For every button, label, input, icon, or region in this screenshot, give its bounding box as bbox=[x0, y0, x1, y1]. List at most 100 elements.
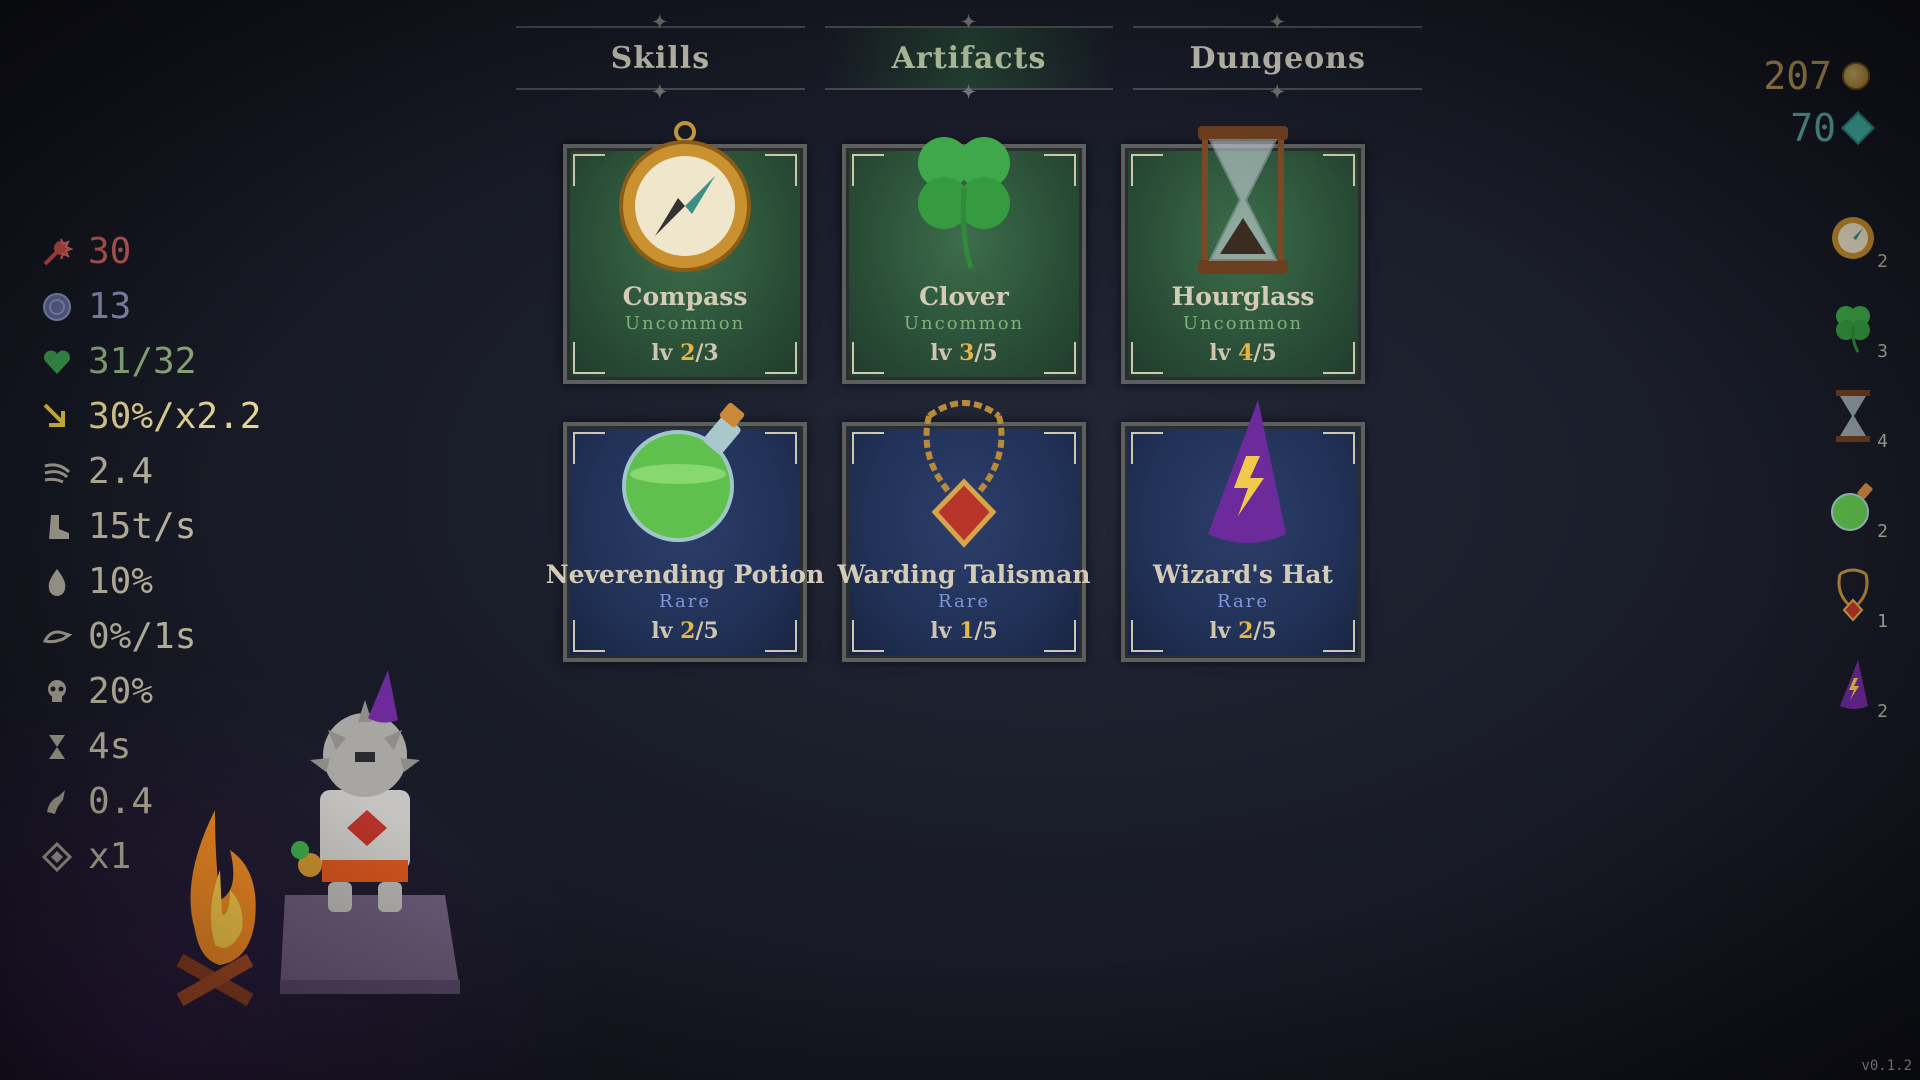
stat-value: 2.4 bbox=[88, 451, 154, 492]
stat-health: 31/32 bbox=[40, 334, 300, 389]
gem-amount: 70 bbox=[1790, 106, 1836, 150]
hourglass-icon bbox=[1836, 390, 1870, 442]
speed-icon bbox=[40, 455, 74, 489]
gold-counter: 207 bbox=[1763, 54, 1870, 98]
tab-label: Dungeons bbox=[1189, 40, 1366, 76]
inventory-item-clover[interactable]: 3 bbox=[1828, 298, 1888, 362]
artifact-rarity: Rare bbox=[938, 591, 990, 612]
item-count: 3 bbox=[1877, 341, 1888, 362]
item-count: 4 bbox=[1877, 431, 1888, 452]
stat-value: 0%/1s bbox=[88, 616, 197, 657]
ornament-icon: ✦ bbox=[1269, 12, 1286, 33]
stat-value: 20% bbox=[88, 671, 154, 712]
artifact-name: Neverending Potion bbox=[545, 560, 825, 589]
stat-drop-chance: 10% bbox=[40, 554, 300, 609]
stat-value: x1 bbox=[88, 836, 132, 877]
inventory-item-wizard-hat[interactable]: 2 bbox=[1828, 658, 1888, 722]
stat-armor: 13 bbox=[40, 279, 300, 334]
artifact-card-neverending-potion[interactable]: Neverending Potion Rare lv 2/5 bbox=[546, 402, 824, 662]
coin-icon bbox=[1842, 62, 1870, 90]
stat-value: 13 bbox=[88, 286, 132, 327]
artifact-card-compass[interactable]: Compass Uncommon lv 2/3 bbox=[563, 121, 807, 384]
stat-value: 30%/x2.2 bbox=[88, 396, 262, 437]
knight-character-icon bbox=[176, 670, 460, 1007]
ornament-icon: ✦ bbox=[960, 12, 978, 33]
character-scene bbox=[160, 660, 480, 1040]
artifact-card-warding-talisman[interactable]: Warding Talisman Rare lv 1/5 bbox=[838, 400, 1090, 662]
hourglass-icon bbox=[1198, 126, 1288, 274]
stat-move-speed: 15t/s bbox=[40, 499, 300, 554]
regen-icon bbox=[40, 620, 74, 654]
artifact-level: lv 2/3 bbox=[651, 340, 719, 366]
crit-icon bbox=[40, 400, 74, 434]
item-count: 2 bbox=[1877, 701, 1888, 722]
gem-counter: 70 bbox=[1790, 106, 1875, 150]
artifact-rarity: Uncommon bbox=[624, 313, 746, 334]
artifact-name: Warding Talisman bbox=[837, 560, 1091, 589]
ornament-icon: ✦ bbox=[960, 82, 978, 103]
artifact-level: lv 1/5 bbox=[930, 618, 998, 644]
artifact-card-wizards-hat[interactable]: Wizard's Hat Rare lv 2/5 bbox=[1121, 400, 1365, 662]
tab-skills[interactable]: ✦ Skills ✦ bbox=[516, 14, 805, 102]
inventory-item-talisman[interactable]: 1 bbox=[1828, 568, 1888, 632]
skull-icon bbox=[40, 675, 74, 709]
compass-icon bbox=[619, 121, 751, 272]
artifact-name: Wizard's Hat bbox=[1153, 560, 1333, 589]
hourglass-icon bbox=[40, 730, 74, 764]
tab-label: Artifacts bbox=[891, 40, 1047, 76]
drop-icon bbox=[40, 565, 74, 599]
stat-value: 15t/s bbox=[88, 506, 197, 547]
artifact-name: Clover bbox=[919, 282, 1009, 311]
artifact-rarity: Rare bbox=[659, 591, 711, 612]
inventory-item-hourglass[interactable]: 4 bbox=[1828, 388, 1888, 452]
artifact-level: lv 4/5 bbox=[1209, 340, 1277, 366]
stat-regen: 0%/1s bbox=[40, 609, 300, 664]
item-count: 2 bbox=[1877, 251, 1888, 272]
equipped-artifacts: 2 3 4 2 1 2 bbox=[1828, 208, 1888, 748]
artifact-rarity: Uncommon bbox=[903, 313, 1025, 334]
tab-dungeons[interactable]: ✦ Dungeons ✦ bbox=[1133, 14, 1423, 102]
artifact-name: Hourglass bbox=[1171, 282, 1315, 311]
version-label: v0.1.2 bbox=[1861, 1058, 1912, 1074]
stat-attack: 30 bbox=[40, 224, 300, 279]
inventory-item-compass[interactable]: 2 bbox=[1828, 208, 1888, 272]
knockback-icon bbox=[40, 785, 74, 819]
item-count: 2 bbox=[1877, 521, 1888, 542]
tab-bar: ✦ Skills ✦ ✦ Artifacts ✦ ✦ Dungeons ✦ bbox=[516, 14, 1423, 102]
heart-icon bbox=[40, 345, 74, 379]
potion-icon bbox=[622, 402, 745, 542]
artifact-level: lv 2/5 bbox=[1209, 618, 1277, 644]
artifact-level: lv 3/5 bbox=[930, 340, 998, 366]
stat-value: 30 bbox=[88, 231, 132, 272]
artifact-rarity: Uncommon bbox=[1182, 313, 1304, 334]
talisman-icon bbox=[1837, 568, 1869, 622]
artifact-name: Compass bbox=[622, 282, 748, 311]
wizard-hat-icon bbox=[1208, 400, 1286, 543]
artifact-grid: Compass Uncommon lv 2/3 Clover Uncommon … bbox=[546, 121, 1367, 662]
campfire-icon bbox=[176, 810, 256, 1007]
boot-icon bbox=[40, 510, 74, 544]
stat-value: 31/32 bbox=[88, 341, 197, 382]
clover-icon bbox=[1836, 306, 1870, 353]
talisman-icon bbox=[923, 400, 1005, 548]
stat-value: 10% bbox=[88, 561, 154, 602]
multiplier-icon bbox=[40, 840, 74, 874]
artifact-card-clover[interactable]: Clover Uncommon lv 3/5 bbox=[842, 137, 1086, 384]
tab-label: Skills bbox=[610, 40, 711, 76]
stat-crit: 30%/x2.2 bbox=[40, 389, 300, 444]
tab-artifacts[interactable]: ✦ Artifacts ✦ bbox=[824, 14, 1114, 102]
stat-value: 0.4 bbox=[88, 781, 154, 822]
ornament-icon: ✦ bbox=[1269, 82, 1286, 103]
compass-icon bbox=[1832, 217, 1874, 259]
artifact-card-hourglass[interactable]: Hourglass Uncommon lv 4/5 bbox=[1121, 126, 1365, 384]
stat-value: 4s bbox=[88, 726, 132, 767]
attack-icon bbox=[40, 235, 74, 269]
artifact-level: lv 2/5 bbox=[651, 618, 719, 644]
inventory-item-potion[interactable]: 2 bbox=[1828, 478, 1888, 542]
item-count: 1 bbox=[1877, 611, 1888, 632]
armor-icon bbox=[40, 290, 74, 324]
stat-attack-speed: 2.4 bbox=[40, 444, 300, 499]
ornament-icon: ✦ bbox=[652, 82, 669, 103]
wizard-hat-icon bbox=[1840, 660, 1868, 709]
gem-icon bbox=[1841, 111, 1875, 145]
